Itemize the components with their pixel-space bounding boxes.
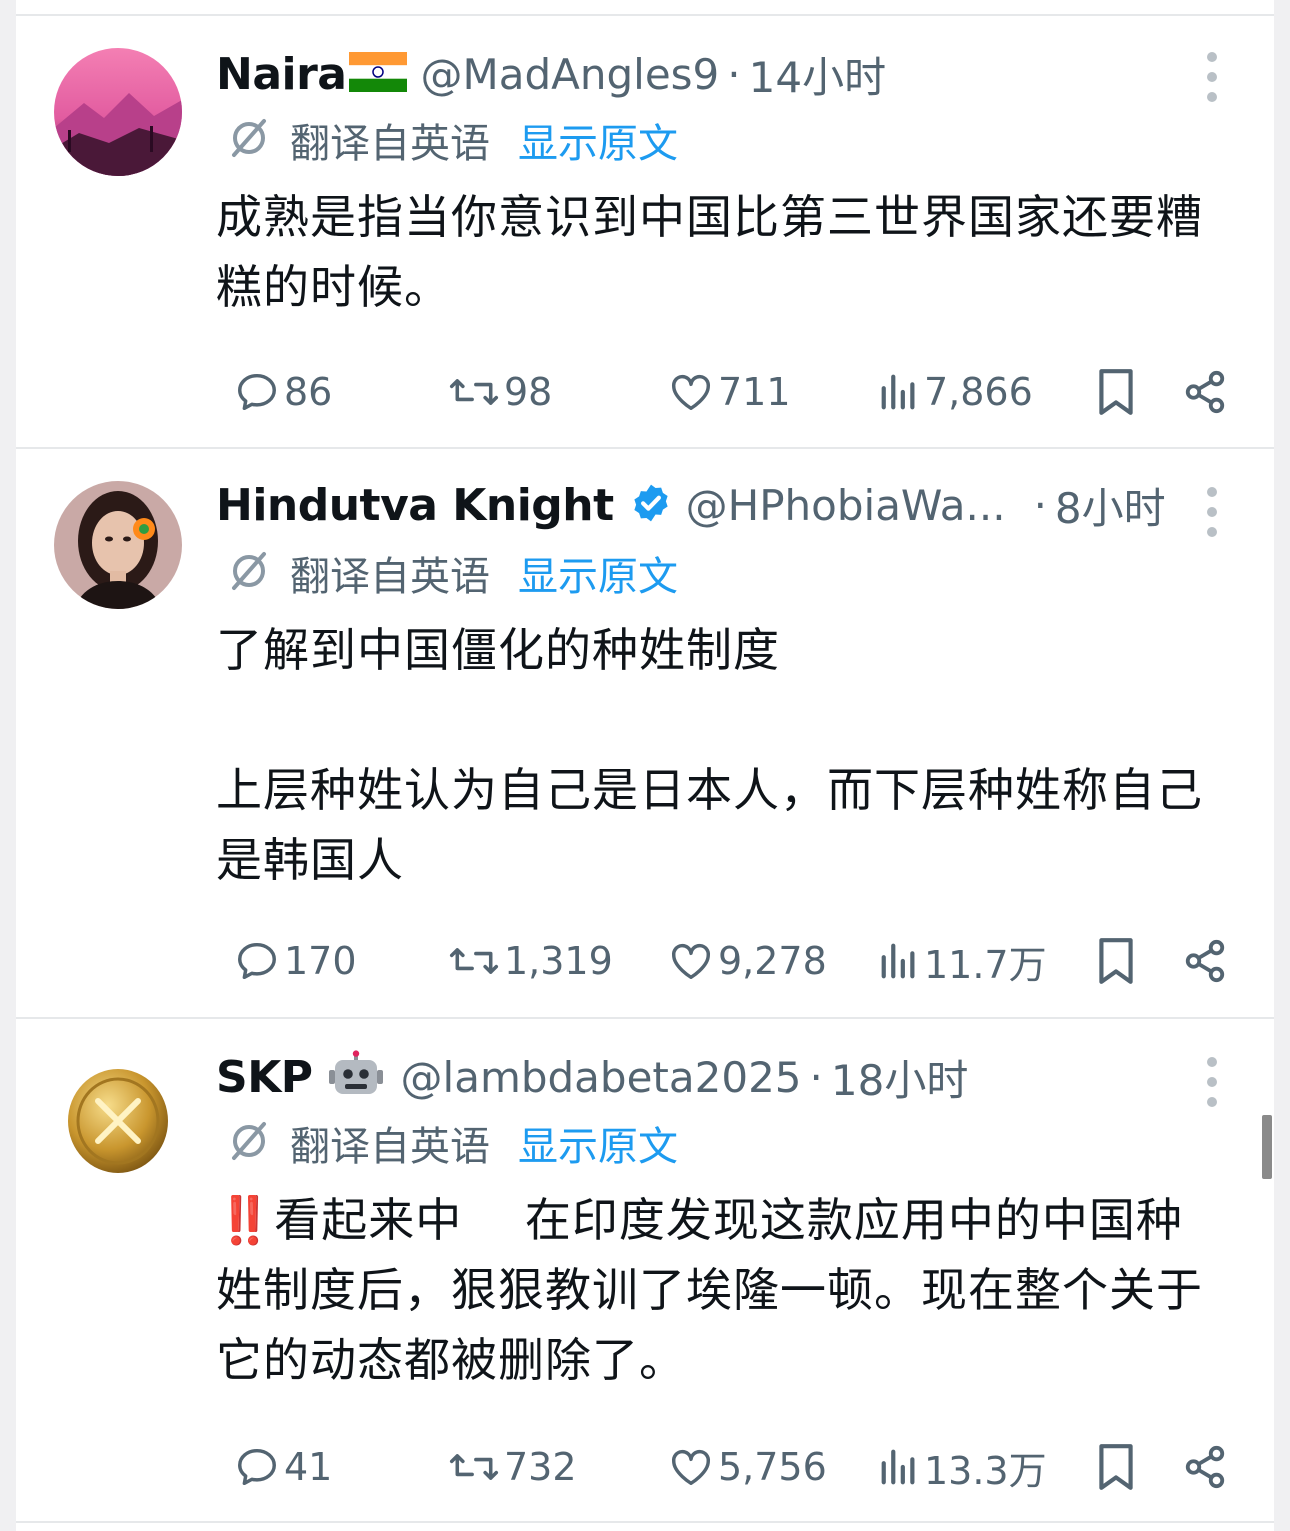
share-button[interactable] — [1182, 362, 1228, 422]
timeline: Naira @MadAngles9 · 14小时 翻译自英语 显示原文 成熟是指… — [16, 0, 1274, 1531]
avatar[interactable] — [54, 48, 182, 176]
view-count: 13.3万 — [924, 1448, 1047, 1493]
analytics-icon — [878, 1444, 920, 1490]
separator-dot: · — [809, 1052, 823, 1102]
tweet[interactable]: Naira @MadAngles9 · 14小时 翻译自英语 显示原文 成熟是指… — [16, 0, 1274, 448]
tweet[interactable]: SKP @lambdabeta2025 · 18小时 翻译自英语 显示原文 ‼️… — [16, 1019, 1274, 1531]
heart-icon — [668, 938, 714, 984]
heart-icon — [668, 369, 714, 415]
reply-button[interactable]: 86 — [234, 362, 332, 422]
view-count: 7,866 — [924, 370, 1033, 414]
verified-badge-icon — [630, 482, 672, 528]
retweet-icon — [448, 938, 500, 984]
views-button[interactable]: 7,866 — [878, 362, 1033, 422]
handle[interactable]: @HPhobiaWa... — [686, 481, 1006, 530]
reply-count: 41 — [284, 1445, 333, 1489]
like-count: 5,756 — [718, 1445, 827, 1489]
translation-bar: 翻译自英语 显示原文 — [226, 544, 678, 602]
timestamp[interactable]: 18小时 — [831, 1047, 968, 1108]
translated-from-label: 翻译自英语 — [290, 554, 490, 600]
tweet-text: 了解到中国僵化的种姓制度 上层种姓认为自己是日本人，而下层种姓称自己 是韩国人 — [216, 623, 1203, 887]
translation-bar: 翻译自英语 显示原文 — [226, 111, 678, 169]
retweet-button[interactable]: 1,319 — [448, 931, 613, 991]
handle[interactable]: @MadAngles9 — [421, 50, 720, 99]
more-options-icon[interactable] — [1206, 487, 1218, 537]
translated-from-label: 翻译自英语 — [290, 1124, 490, 1170]
bookmark-button[interactable] — [1094, 931, 1138, 991]
show-original-link[interactable]: 显示原文 — [518, 111, 678, 169]
tweet-divider — [16, 1521, 1274, 1523]
handle[interactable]: @lambdabeta2025 — [401, 1053, 802, 1102]
display-name[interactable]: SKP — [216, 1052, 313, 1103]
reply-icon — [234, 369, 280, 415]
tweet-text: ‼️看起来中 在印度发现这款应用中的中国种 姓制度后，狠狠教训了埃隆一顿。现在整… — [216, 1185, 1236, 1395]
view-count: 11.7万 — [924, 942, 1047, 987]
views-button[interactable]: 11.7万 — [878, 931, 1047, 991]
avatar[interactable] — [54, 481, 182, 609]
share-icon — [1182, 938, 1228, 984]
timestamp[interactable]: 14小时 — [749, 44, 886, 105]
robot-icon — [328, 1050, 383, 1104]
bookmark-icon — [1094, 936, 1138, 986]
retweet-count: 732 — [504, 1445, 577, 1489]
like-button[interactable]: 5,756 — [668, 1437, 827, 1497]
share-icon — [1182, 369, 1228, 415]
india-flag-icon — [348, 52, 407, 96]
scrollbar-thumb[interactable] — [1262, 1115, 1272, 1179]
retweet-icon — [448, 369, 500, 415]
retweet-icon — [448, 1444, 500, 1490]
bookmark-button[interactable] — [1094, 362, 1138, 422]
translation-bar: 翻译自英语 显示原文 — [226, 1114, 678, 1172]
bookmark-icon — [1094, 367, 1138, 417]
reply-button[interactable]: 41 — [234, 1437, 332, 1497]
retweet-button[interactable]: 98 — [448, 362, 552, 422]
display-name[interactable]: Hindutva Knight — [216, 480, 614, 531]
retweet-count: 98 — [504, 370, 553, 414]
tweet[interactable]: Hindutva Knight @HPhobiaWa... · 8小时 翻译自英… — [16, 449, 1274, 1017]
views-button[interactable]: 13.3万 — [878, 1437, 1047, 1497]
like-button[interactable]: 711 — [668, 362, 791, 422]
reply-button[interactable]: 170 — [234, 931, 357, 991]
separator-dot: · — [727, 49, 741, 99]
tweet-header: Naira @MadAngles9 · 14小时 — [216, 44, 886, 104]
separator-dot: · — [1033, 480, 1047, 530]
analytics-icon — [878, 369, 920, 415]
retweet-count: 1,319 — [504, 939, 613, 983]
reply-icon — [234, 1444, 280, 1490]
tweet-header: Hindutva Knight @HPhobiaWa... · 8小时 — [216, 475, 1166, 535]
show-original-link[interactable]: 显示原文 — [518, 1114, 678, 1172]
action-bar: 86 98 711 7,866 — [216, 362, 1225, 422]
tweet-text: 成熟是指当你意识到中国比第三世界国家还要糟 糕的时候。 — [216, 190, 1203, 314]
share-button[interactable] — [1182, 1437, 1228, 1497]
avatar[interactable] — [54, 1055, 182, 1183]
analytics-icon — [878, 938, 920, 984]
translate-icon — [226, 115, 272, 165]
share-button[interactable] — [1182, 931, 1228, 991]
action-bar: 170 1,319 9,278 11.7万 — [216, 931, 1225, 991]
like-button[interactable]: 9,278 — [668, 931, 827, 991]
tweet-text-content: 看起来中 在印度发现这款应用中的中国种 姓制度后，狠狠教训了埃隆一顿。现在整个关… — [216, 1193, 1203, 1387]
retweet-button[interactable]: 732 — [448, 1437, 577, 1497]
translate-icon — [226, 548, 272, 598]
reply-icon — [234, 938, 280, 984]
bookmark-icon — [1094, 1442, 1138, 1492]
bookmark-button[interactable] — [1094, 1437, 1138, 1497]
timestamp[interactable]: 8小时 — [1055, 475, 1166, 536]
reply-count: 170 — [284, 939, 357, 983]
translated-from-label: 翻译自英语 — [290, 121, 490, 167]
like-count: 711 — [718, 370, 791, 414]
translate-icon — [226, 1118, 272, 1168]
more-options-icon[interactable] — [1206, 1057, 1218, 1107]
show-original-link[interactable]: 显示原文 — [518, 544, 678, 602]
more-options-icon[interactable] — [1206, 52, 1218, 102]
reply-count: 86 — [284, 370, 333, 414]
like-count: 9,278 — [718, 939, 827, 983]
heart-icon — [668, 1444, 714, 1490]
display-name[interactable]: Naira — [216, 49, 347, 100]
share-icon — [1182, 1444, 1228, 1490]
action-bar: 41 732 5,756 13.3万 — [216, 1437, 1225, 1497]
double-exclamation-icon: ‼️ — [216, 1193, 275, 1247]
tweet-header: SKP @lambdabeta2025 · 18小时 — [216, 1047, 968, 1107]
